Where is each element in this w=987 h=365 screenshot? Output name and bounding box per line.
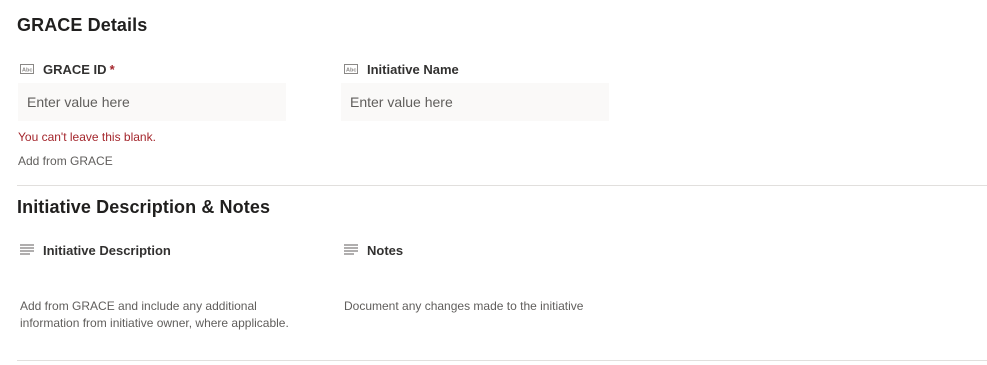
grace-id-helper-text: Add from GRACE (18, 154, 113, 168)
multiline-text-icon (19, 242, 35, 258)
initiative-name-label: Abc Initiative Name (343, 60, 459, 78)
svg-text:Abc: Abc (346, 68, 356, 74)
notes-helper-text: Document any changes made to the initiat… (344, 299, 584, 313)
section-divider (17, 360, 987, 361)
section-title-description-notes: Initiative Description & Notes (17, 197, 271, 217)
section-divider (17, 185, 987, 186)
grace-id-label: Abc GRACE ID * (19, 60, 115, 78)
initiative-description-label[interactable]: Initiative Description (19, 241, 171, 259)
text-field-icon: Abc (343, 61, 359, 77)
text-field-icon: Abc (19, 61, 35, 77)
initiative-name-label-text: Initiative Name (367, 61, 459, 77)
notes-label[interactable]: Notes (343, 241, 403, 259)
svg-text:Abc: Abc (22, 68, 32, 74)
grace-id-label-text: GRACE ID (43, 61, 107, 77)
initiative-name-input[interactable] (341, 83, 609, 121)
grace-id-input[interactable] (18, 83, 286, 121)
initiative-description-label-text: Initiative Description (43, 242, 171, 258)
multiline-text-icon (343, 242, 359, 258)
grace-id-error-message: You can't leave this blank. (18, 130, 156, 144)
initiative-description-helper-text: Add from GRACE and include any additiona… (20, 299, 289, 330)
form-page: GRACE Details Abc GRACE ID * You can't l… (0, 0, 987, 365)
section-title-grace-details: GRACE Details (17, 15, 148, 35)
notes-label-text: Notes (367, 242, 404, 258)
required-indicator: * (109, 61, 115, 77)
